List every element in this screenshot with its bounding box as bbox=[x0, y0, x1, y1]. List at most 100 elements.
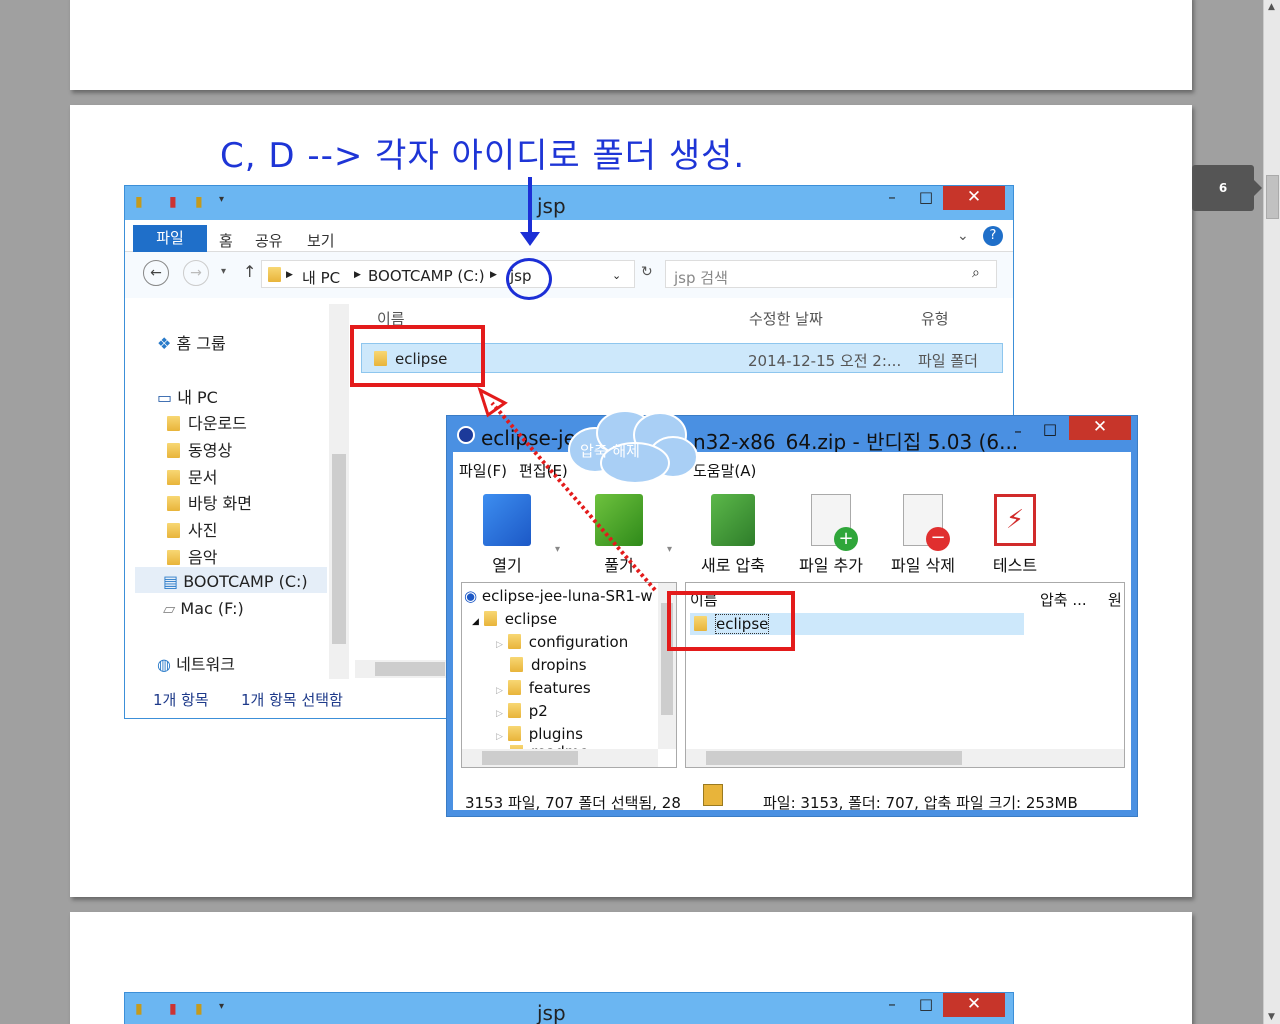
new-folder-icon[interactable]: ▮ bbox=[195, 194, 203, 210]
explorer-titlebar[interactable]: ▮ ▮ ▮ ▾ jsp – □ ✕ bbox=[125, 186, 1013, 220]
scroll-thumb[interactable] bbox=[375, 662, 445, 676]
minimize-button[interactable]: – bbox=[877, 995, 907, 1017]
col-type-header[interactable]: 유형 bbox=[921, 308, 949, 329]
folder-icon bbox=[507, 634, 521, 649]
refresh-button[interactable]: ↻ bbox=[641, 264, 653, 280]
viewer-scrollbar[interactable]: ▲ ▼ bbox=[1263, 0, 1280, 1024]
tree-item-dropins[interactable]: dropins bbox=[510, 656, 587, 674]
tool-test[interactable]: ⚡ 테스트 bbox=[975, 494, 1055, 576]
nav-downloads[interactable]: 다운로드 bbox=[167, 410, 247, 434]
help-icon[interactable]: ? bbox=[983, 226, 1003, 246]
nav-desktop[interactable]: 바탕 화면 bbox=[167, 490, 252, 514]
tab-view[interactable]: 보기 bbox=[307, 230, 335, 251]
maximize-button[interactable]: □ bbox=[1035, 420, 1065, 442]
add-file-icon: + bbox=[811, 494, 858, 551]
customize-dropdown-icon[interactable]: ▾ bbox=[219, 194, 224, 205]
list-hscroll[interactable] bbox=[686, 749, 1124, 767]
nav-homegroup-label: 홈 그룹 bbox=[176, 334, 226, 353]
test-icon: ⚡ bbox=[994, 494, 1036, 546]
customize-dropdown-icon[interactable]: ▾ bbox=[219, 1001, 224, 1012]
nav-network[interactable]: ◍ 네트워크 bbox=[157, 651, 235, 675]
expand-ribbon-icon[interactable]: ⌄ bbox=[957, 228, 969, 244]
nav-documents[interactable]: 문서 bbox=[167, 464, 217, 488]
search-input[interactable]: jsp 검색 ⌕ bbox=[665, 260, 997, 288]
scroll-thumb[interactable] bbox=[706, 751, 962, 765]
close-button[interactable]: ✕ bbox=[943, 186, 1005, 210]
minimize-button[interactable]: – bbox=[877, 188, 907, 210]
folder-icon bbox=[510, 657, 523, 672]
tree-hscroll[interactable] bbox=[462, 749, 658, 767]
tree-item-p2[interactable]: ▷ p2 bbox=[496, 702, 548, 720]
expand-icon[interactable]: ▷ bbox=[496, 709, 503, 719]
nav-music[interactable]: 음악 bbox=[167, 544, 217, 568]
nav-homegroup[interactable]: ❖ 홈 그룹 bbox=[157, 330, 226, 354]
properties-icon[interactable]: ▮ bbox=[169, 194, 177, 210]
breadcrumb-drive[interactable]: BOOTCAMP (C:) bbox=[368, 267, 485, 285]
tab-file[interactable]: 파일 bbox=[133, 225, 207, 252]
nav-videos[interactable]: 동영상 bbox=[167, 437, 232, 461]
tab-share[interactable]: 공유 bbox=[255, 230, 283, 251]
drive-icon: ▱ bbox=[163, 599, 176, 618]
breadcrumb-sep-icon: ▶ bbox=[286, 270, 293, 280]
nav-mypc[interactable]: ▭ 내 PC bbox=[157, 384, 218, 408]
nav-drive-f[interactable]: ▱ Mac (F:) bbox=[163, 599, 244, 618]
nav-label: 음악 bbox=[188, 548, 218, 567]
folder-tree: ◉ eclipse-jee-luna-SR1-w ◢ eclipse ▷ con… bbox=[461, 582, 677, 768]
tab-home[interactable]: 홈 bbox=[219, 230, 233, 251]
scroll-thumb[interactable] bbox=[1266, 175, 1279, 219]
highlight-box-archive-eclipse bbox=[667, 591, 795, 651]
tree-label: plugins bbox=[528, 725, 583, 743]
nav-label: 다운로드 bbox=[188, 414, 247, 433]
maximize-button[interactable]: □ bbox=[911, 188, 941, 210]
col-modified-header[interactable]: 수정한 날짜 bbox=[749, 308, 823, 329]
nav-label: 문서 bbox=[188, 468, 218, 487]
minimize-button[interactable]: – bbox=[1003, 422, 1033, 444]
close-button[interactable]: ✕ bbox=[1069, 416, 1131, 440]
nav-mypc-label: 내 PC bbox=[177, 388, 218, 407]
expand-icon[interactable]: ▷ bbox=[496, 686, 503, 696]
drive-icon: ▤ bbox=[163, 572, 179, 591]
list-col-original[interactable]: 원 bbox=[1108, 589, 1122, 610]
close-button[interactable]: ✕ bbox=[943, 993, 1005, 1017]
address-dropdown-icon[interactable]: ⌄ bbox=[612, 269, 621, 282]
tree-item-configuration[interactable]: ▷ configuration bbox=[496, 633, 628, 651]
explorer-titlebar[interactable]: ▮ ▮ ▮ ▾ jsp – □ ✕ bbox=[125, 993, 1013, 1024]
tool-new-archive[interactable]: 새로 압축 bbox=[693, 494, 773, 576]
maximize-button[interactable]: □ bbox=[911, 995, 941, 1017]
nav-scrollbar[interactable] bbox=[329, 304, 349, 679]
scroll-thumb[interactable] bbox=[332, 454, 346, 644]
document-page-prev bbox=[70, 0, 1192, 90]
scroll-up-icon[interactable]: ▲ bbox=[1268, 2, 1275, 12]
forward-button[interactable]: → bbox=[183, 260, 209, 286]
address-box[interactable]: ▶ 내 PC ▶ BOOTCAMP (C:) ▶ jsp ⌄ bbox=[261, 260, 635, 288]
computer-icon: ▭ bbox=[157, 388, 173, 407]
expand-icon[interactable]: ▷ bbox=[496, 732, 503, 742]
folder-icon bbox=[507, 726, 521, 741]
scroll-down-icon[interactable]: ▼ bbox=[1268, 1012, 1275, 1022]
new-archive-icon bbox=[711, 494, 755, 546]
tree-item-features[interactable]: ▷ features bbox=[496, 679, 591, 697]
music-icon bbox=[167, 550, 180, 565]
expand-icon[interactable]: ▷ bbox=[496, 640, 503, 650]
tool-add-file[interactable]: + 파일 추가 bbox=[791, 494, 871, 576]
nav-label: 바탕 화면 bbox=[188, 494, 252, 513]
status-selected: 1개 항목 선택함 bbox=[241, 691, 343, 709]
tool-delete-file[interactable]: − 파일 삭제 bbox=[883, 494, 963, 576]
new-folder-icon[interactable]: ▮ bbox=[195, 1001, 203, 1017]
h-scrollbar[interactable] bbox=[355, 660, 449, 678]
properties-icon[interactable]: ▮ bbox=[169, 1001, 177, 1017]
tree-item-eclipse[interactable]: ◢ eclipse bbox=[472, 610, 557, 628]
breadcrumb-mypc[interactable]: 내 PC bbox=[302, 267, 340, 288]
search-icon[interactable]: ⌕ bbox=[972, 265, 980, 281]
up-button[interactable]: ↑ bbox=[243, 262, 256, 281]
list-col-compressed[interactable]: 압축 ... bbox=[1040, 589, 1087, 610]
breadcrumb-sep-icon: ▶ bbox=[490, 270, 497, 280]
scroll-thumb[interactable] bbox=[482, 751, 578, 765]
menu-help[interactable]: 도움말(A) bbox=[693, 460, 756, 481]
nav-pictures[interactable]: 사진 bbox=[167, 517, 217, 541]
recent-dropdown-icon[interactable]: ▾ bbox=[221, 266, 226, 277]
collapse-icon[interactable]: ◢ bbox=[472, 617, 479, 627]
nav-drive-c[interactable]: ▤ BOOTCAMP (C:) bbox=[163, 572, 308, 591]
back-button[interactable]: ← bbox=[143, 260, 169, 286]
tree-item-plugins[interactable]: ▷ plugins bbox=[496, 725, 583, 743]
